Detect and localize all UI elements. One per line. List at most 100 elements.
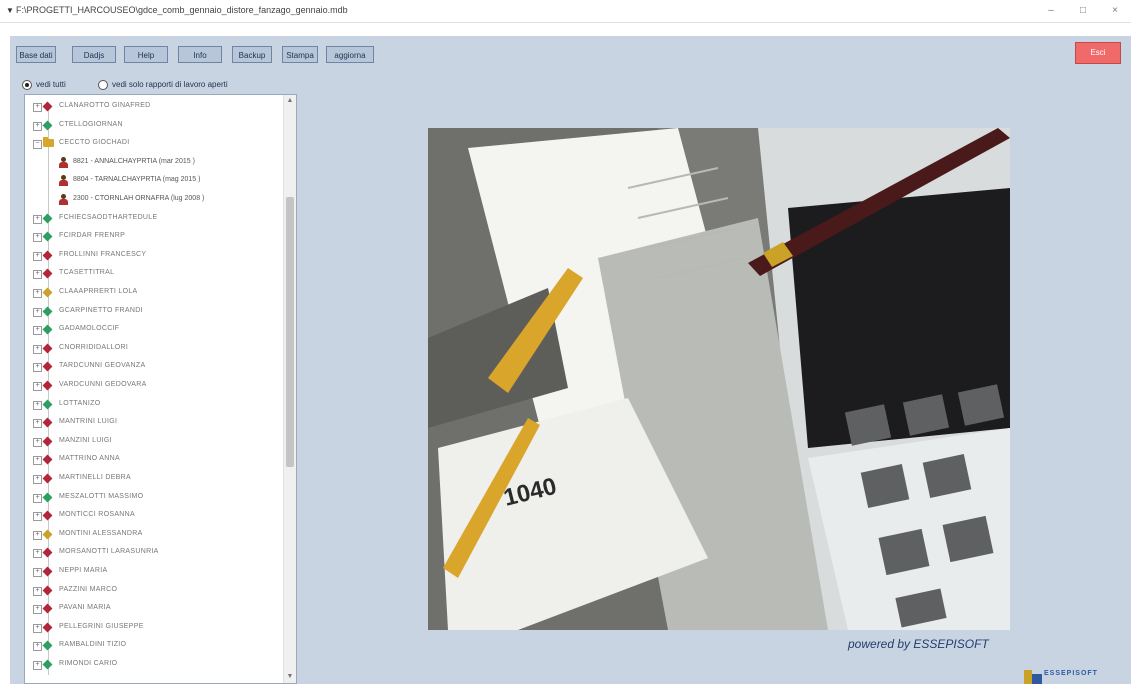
status-red-icon: [42, 343, 53, 354]
expand-icon[interactable]: +: [33, 326, 42, 336]
expand-icon[interactable]: +: [33, 642, 42, 652]
help-button[interactable]: Help: [124, 46, 168, 63]
folder-icon: [43, 137, 54, 148]
expand-icon[interactable]: +: [33, 344, 42, 354]
expand-icon[interactable]: +: [33, 456, 42, 466]
status-red-icon: [42, 473, 53, 484]
employee-name: MESZALOTTI MASSIMO: [59, 492, 144, 500]
expand-icon[interactable]: +: [33, 382, 42, 391]
expand-icon[interactable]: +: [33, 233, 42, 243]
employee-name: FCIRDAR FRENRP: [59, 232, 126, 240]
exit-button[interactable]: Esci: [1075, 42, 1121, 64]
expand-icon[interactable]: +: [33, 103, 42, 112]
employee-name: MANZINI LUIGI: [59, 436, 112, 444]
employee-name: GADAMOLOCCIF: [59, 325, 120, 333]
expand-icon[interactable]: +: [33, 530, 42, 540]
status-yellow-icon: [42, 529, 53, 540]
status-red-icon: [42, 585, 53, 596]
expand-icon[interactable]: +: [33, 549, 42, 559]
window-title: F:\PROGETTI_HARCOUSEO\gdce_comb_gennaio_…: [16, 5, 348, 15]
employee-name: MATTRINO ANNA: [59, 455, 120, 463]
accounting-photo-illustration: 1040: [428, 128, 1010, 630]
expand-icon[interactable]: +: [33, 586, 42, 596]
employee-name: MORSANOTTI LARASUNRIA: [59, 548, 159, 556]
status-green-icon: [42, 659, 53, 670]
status-red-icon: [42, 361, 53, 372]
employee-tree[interactable]: ▲ ▼ + CLANAROTTO GINAFRED + CTELLOGIORNAN − C…: [24, 94, 297, 684]
employee-name: MANTRINI LUIGI: [59, 418, 118, 426]
expand-icon[interactable]: +: [33, 661, 42, 670]
employee-name: MONTINI ALESSANDRA: [59, 529, 143, 537]
logo-text: ESSEPISOFT: [1044, 670, 1098, 677]
status-red-icon: [42, 547, 53, 558]
status-red-icon: [42, 622, 53, 633]
status-green-icon: [42, 399, 53, 410]
status-green-icon: [42, 306, 53, 317]
expand-icon[interactable]: +: [33, 214, 42, 224]
expand-icon[interactable]: +: [33, 251, 42, 261]
expand-icon[interactable]: +: [33, 270, 42, 280]
status-red-icon: [42, 510, 53, 521]
status-red-icon: [42, 436, 53, 447]
status-green-icon: [42, 120, 53, 131]
status-red-icon: [42, 603, 53, 614]
filter-all-option[interactable]: vedi tutti: [22, 80, 66, 94]
close-window-button[interactable]: ×: [1104, 4, 1126, 18]
expand-icon[interactable]: +: [33, 475, 42, 484]
employee-name: RIMONDI CARIO: [59, 660, 118, 667]
expand-icon[interactable]: +: [33, 623, 42, 633]
expand-icon[interactable]: +: [33, 419, 42, 429]
employee-name: MONTICCI ROSANNA: [59, 511, 135, 519]
employee-name: PAZZINI MARCO: [59, 585, 118, 593]
employee-name: TARDCUNNI GEOVANZA: [59, 362, 146, 370]
minimize-button[interactable]: –: [1040, 4, 1062, 18]
expand-icon[interactable]: +: [33, 512, 42, 522]
employee-name: GCARPINETTO FRANDI: [59, 306, 143, 314]
stampa-button[interactable]: Stampa: [282, 46, 318, 63]
expand-icon[interactable]: +: [33, 400, 42, 410]
employee-name: CNORRIDIDALLORI: [59, 343, 129, 351]
expand-icon[interactable]: +: [33, 363, 42, 373]
maximize-button[interactable]: □: [1072, 4, 1094, 18]
employee-name: TCASETTITRAL: [59, 269, 115, 277]
tree-scrollbar[interactable]: ▲ ▼: [283, 95, 296, 683]
base-dati-button[interactable]: Base dati: [16, 46, 56, 63]
status-red-icon: [42, 566, 53, 577]
dadjs-button[interactable]: Dadjs: [72, 46, 116, 63]
status-green-icon: [42, 213, 53, 224]
radio-empty-icon: [98, 80, 108, 90]
scroll-thumb[interactable]: [286, 197, 294, 467]
expand-icon[interactable]: +: [33, 121, 42, 131]
info-button[interactable]: Info: [178, 46, 222, 63]
employee-name: CLAAAPRRERTI LOLA: [59, 288, 138, 295]
expand-icon[interactable]: +: [33, 568, 42, 577]
employee-name: CECCTO GIOCHADI: [59, 139, 130, 147]
backup-button[interactable]: Backup: [232, 46, 272, 63]
contract-label: 8804 - TARNALCHAYPRTIA (mag 2015 ): [73, 176, 201, 184]
status-green-icon: [42, 492, 53, 503]
expand-icon[interactable]: +: [33, 437, 42, 447]
status-green-icon: [42, 324, 53, 335]
collapse-icon[interactable]: −: [33, 140, 42, 150]
status-red-icon: [42, 454, 53, 465]
radio-selected-icon: [22, 80, 32, 90]
aggiorna-button[interactable]: aggiorna: [326, 46, 374, 63]
expand-icon[interactable]: +: [33, 493, 42, 503]
expand-icon[interactable]: +: [33, 289, 42, 298]
status-red-icon: [42, 417, 53, 428]
status-red-icon: [42, 101, 53, 112]
employee-name: FCHIECSAODTHARTEDULE: [59, 213, 158, 221]
expand-icon[interactable]: +: [33, 307, 42, 317]
main-panel: Base dati Dadjs Help Info Backup Stampa …: [10, 36, 1131, 684]
employee-name: RAMBALDINI TIZIO: [59, 641, 127, 649]
scroll-down-icon[interactable]: ▼: [284, 671, 296, 683]
status-green-icon: [42, 231, 53, 242]
essepisoft-logo: ESSEPISOFT: [1022, 664, 1122, 686]
scroll-up-icon[interactable]: ▲: [284, 95, 296, 107]
powered-by-text: powered by ESSEPISOFT: [848, 637, 989, 651]
logo-mark-icon: [1024, 670, 1042, 684]
filter-open-option[interactable]: vedi solo rapporti di lavoro aperti: [98, 80, 228, 94]
employee-name: FROLLINNI FRANCESCY: [59, 250, 147, 258]
expand-icon[interactable]: +: [33, 605, 42, 615]
employee-name: PELLEGRINI GIUSEPPE: [59, 622, 144, 630]
